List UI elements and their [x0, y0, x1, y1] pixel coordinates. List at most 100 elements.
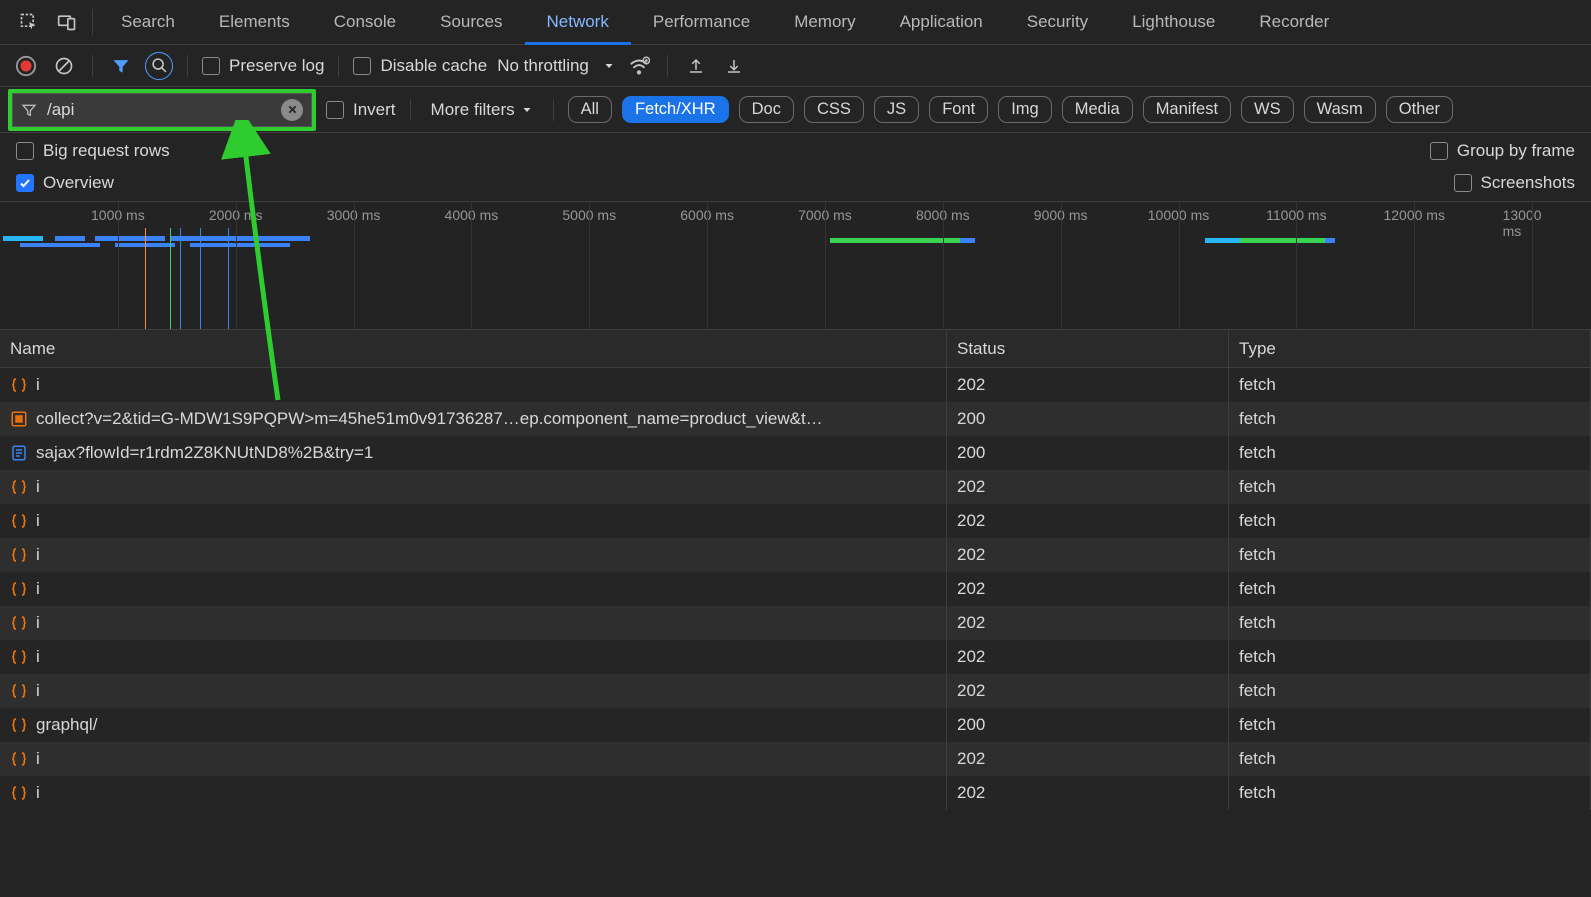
tab-search[interactable]: Search	[99, 0, 197, 45]
inspect-element-icon[interactable]	[10, 0, 48, 44]
network-overview-timeline[interactable]: 1000 ms2000 ms3000 ms4000 ms5000 ms6000 …	[0, 202, 1591, 330]
cell-type: fetch	[1229, 708, 1591, 742]
cell-name: sajax?flowId=r1rdm2Z8KNUtND8%2B&try=1	[0, 436, 947, 470]
network-conditions-icon[interactable]	[625, 52, 653, 80]
throttling-label: No throttling	[497, 56, 589, 76]
braces-icon	[10, 546, 28, 564]
cell-status: 202	[947, 470, 1229, 504]
checkbox-icon	[16, 174, 34, 192]
network-table-header: Name Status Type	[0, 330, 1591, 368]
cell-type: fetch	[1229, 776, 1591, 810]
tab-recorder[interactable]: Recorder	[1237, 0, 1351, 45]
record-button[interactable]	[12, 52, 40, 80]
search-toggle-icon[interactable]	[145, 52, 173, 80]
devtools-tabstrip: Search Elements Console Sources Network …	[0, 0, 1591, 45]
disable-cache-label: Disable cache	[380, 56, 487, 76]
table-row[interactable]: i202fetch	[0, 776, 1591, 810]
disable-cache-checkbox[interactable]: Disable cache	[353, 56, 487, 76]
table-row[interactable]: i202fetch	[0, 368, 1591, 402]
request-name: collect?v=2&tid=G-MDW1S9PQPW>m=45he51m0v…	[36, 409, 823, 429]
divider	[667, 55, 668, 77]
divider	[553, 99, 554, 121]
divider	[410, 99, 411, 121]
request-name: i	[36, 613, 40, 633]
group-by-frame-checkbox[interactable]: Group by frame	[1430, 141, 1575, 161]
tab-performance[interactable]: Performance	[631, 0, 772, 45]
tab-network[interactable]: Network	[525, 0, 631, 45]
tab-elements[interactable]: Elements	[197, 0, 312, 45]
filter-type-fetchxhr[interactable]: Fetch/XHR	[622, 96, 729, 123]
tab-lighthouse[interactable]: Lighthouse	[1110, 0, 1237, 45]
table-row[interactable]: i202fetch	[0, 538, 1591, 572]
tab-security[interactable]: Security	[1005, 0, 1110, 45]
tab-memory[interactable]: Memory	[772, 0, 877, 45]
table-row[interactable]: i202fetch	[0, 674, 1591, 708]
table-row[interactable]: i202fetch	[0, 742, 1591, 776]
tab-console[interactable]: Console	[312, 0, 418, 45]
table-row[interactable]: i202fetch	[0, 504, 1591, 538]
filter-type-all[interactable]: All	[568, 96, 612, 123]
filter-type-doc[interactable]: Doc	[739, 96, 794, 123]
doc-icon	[10, 444, 28, 462]
filter-type-img[interactable]: Img	[998, 96, 1052, 123]
tab-application[interactable]: Application	[878, 0, 1005, 45]
column-header-name[interactable]: Name	[0, 330, 947, 367]
table-row[interactable]: sajax?flowId=r1rdm2Z8KNUtND8%2B&try=1200…	[0, 436, 1591, 470]
braces-icon	[10, 580, 28, 598]
table-row[interactable]: i202fetch	[0, 606, 1591, 640]
filter-type-css[interactable]: CSS	[804, 96, 864, 123]
filter-textbox[interactable]	[12, 93, 312, 127]
cell-name: i	[0, 538, 947, 572]
screenshots-checkbox[interactable]: Screenshots	[1454, 173, 1576, 193]
cell-type: fetch	[1229, 572, 1591, 606]
overview-label: Overview	[43, 173, 114, 193]
divider	[187, 55, 188, 77]
filter-type-wasm[interactable]: Wasm	[1304, 96, 1376, 123]
big-request-rows-checkbox[interactable]: Big request rows	[16, 141, 170, 161]
filter-type-js[interactable]: JS	[874, 96, 919, 123]
braces-icon	[10, 512, 28, 530]
big-request-rows-label: Big request rows	[43, 141, 170, 161]
cell-status: 202	[947, 572, 1229, 606]
clear-filter-button[interactable]	[281, 99, 303, 121]
table-row[interactable]: collect?v=2&tid=G-MDW1S9PQPW>m=45he51m0v…	[0, 402, 1591, 436]
table-row[interactable]: i202fetch	[0, 572, 1591, 606]
throttling-select[interactable]: No throttling	[497, 56, 615, 76]
checkbox-icon	[326, 101, 344, 119]
divider	[92, 9, 93, 35]
filter-type-ws[interactable]: WS	[1241, 96, 1294, 123]
filter-type-manifest[interactable]: Manifest	[1143, 96, 1231, 123]
filter-input[interactable]	[45, 99, 273, 121]
preserve-log-checkbox[interactable]: Preserve log	[202, 56, 324, 76]
table-row[interactable]: i202fetch	[0, 640, 1591, 674]
divider	[92, 55, 93, 77]
request-name: sajax?flowId=r1rdm2Z8KNUtND8%2B&try=1	[36, 443, 373, 463]
checkbox-icon	[202, 57, 220, 75]
import-har-icon[interactable]	[682, 52, 710, 80]
filter-toggle-icon[interactable]	[107, 52, 135, 80]
cell-status: 202	[947, 674, 1229, 708]
cell-name: i	[0, 606, 947, 640]
overview-checkbox[interactable]: Overview	[16, 173, 114, 193]
invert-checkbox[interactable]: Invert	[326, 100, 396, 120]
timeline-waterfall	[0, 232, 1591, 254]
request-name: i	[36, 681, 40, 701]
braces-icon	[10, 376, 28, 394]
table-row[interactable]: graphql/200fetch	[0, 708, 1591, 742]
column-header-type[interactable]: Type	[1229, 330, 1591, 367]
braces-icon	[10, 750, 28, 768]
export-har-icon[interactable]	[720, 52, 748, 80]
clear-button[interactable]	[50, 52, 78, 80]
filter-type-other[interactable]: Other	[1386, 96, 1453, 123]
request-name: i	[36, 545, 40, 565]
filter-type-media[interactable]: Media	[1062, 96, 1133, 123]
request-name: i	[36, 375, 40, 395]
device-toolbar-icon[interactable]	[48, 0, 86, 44]
table-row[interactable]: i202fetch	[0, 470, 1591, 504]
more-filters-dropdown[interactable]: More filters	[425, 100, 539, 120]
column-header-status[interactable]: Status	[947, 330, 1229, 367]
tab-sources[interactable]: Sources	[418, 0, 524, 45]
filter-type-font[interactable]: Font	[929, 96, 988, 123]
request-name: graphql/	[36, 715, 97, 735]
cell-name: i	[0, 776, 947, 810]
